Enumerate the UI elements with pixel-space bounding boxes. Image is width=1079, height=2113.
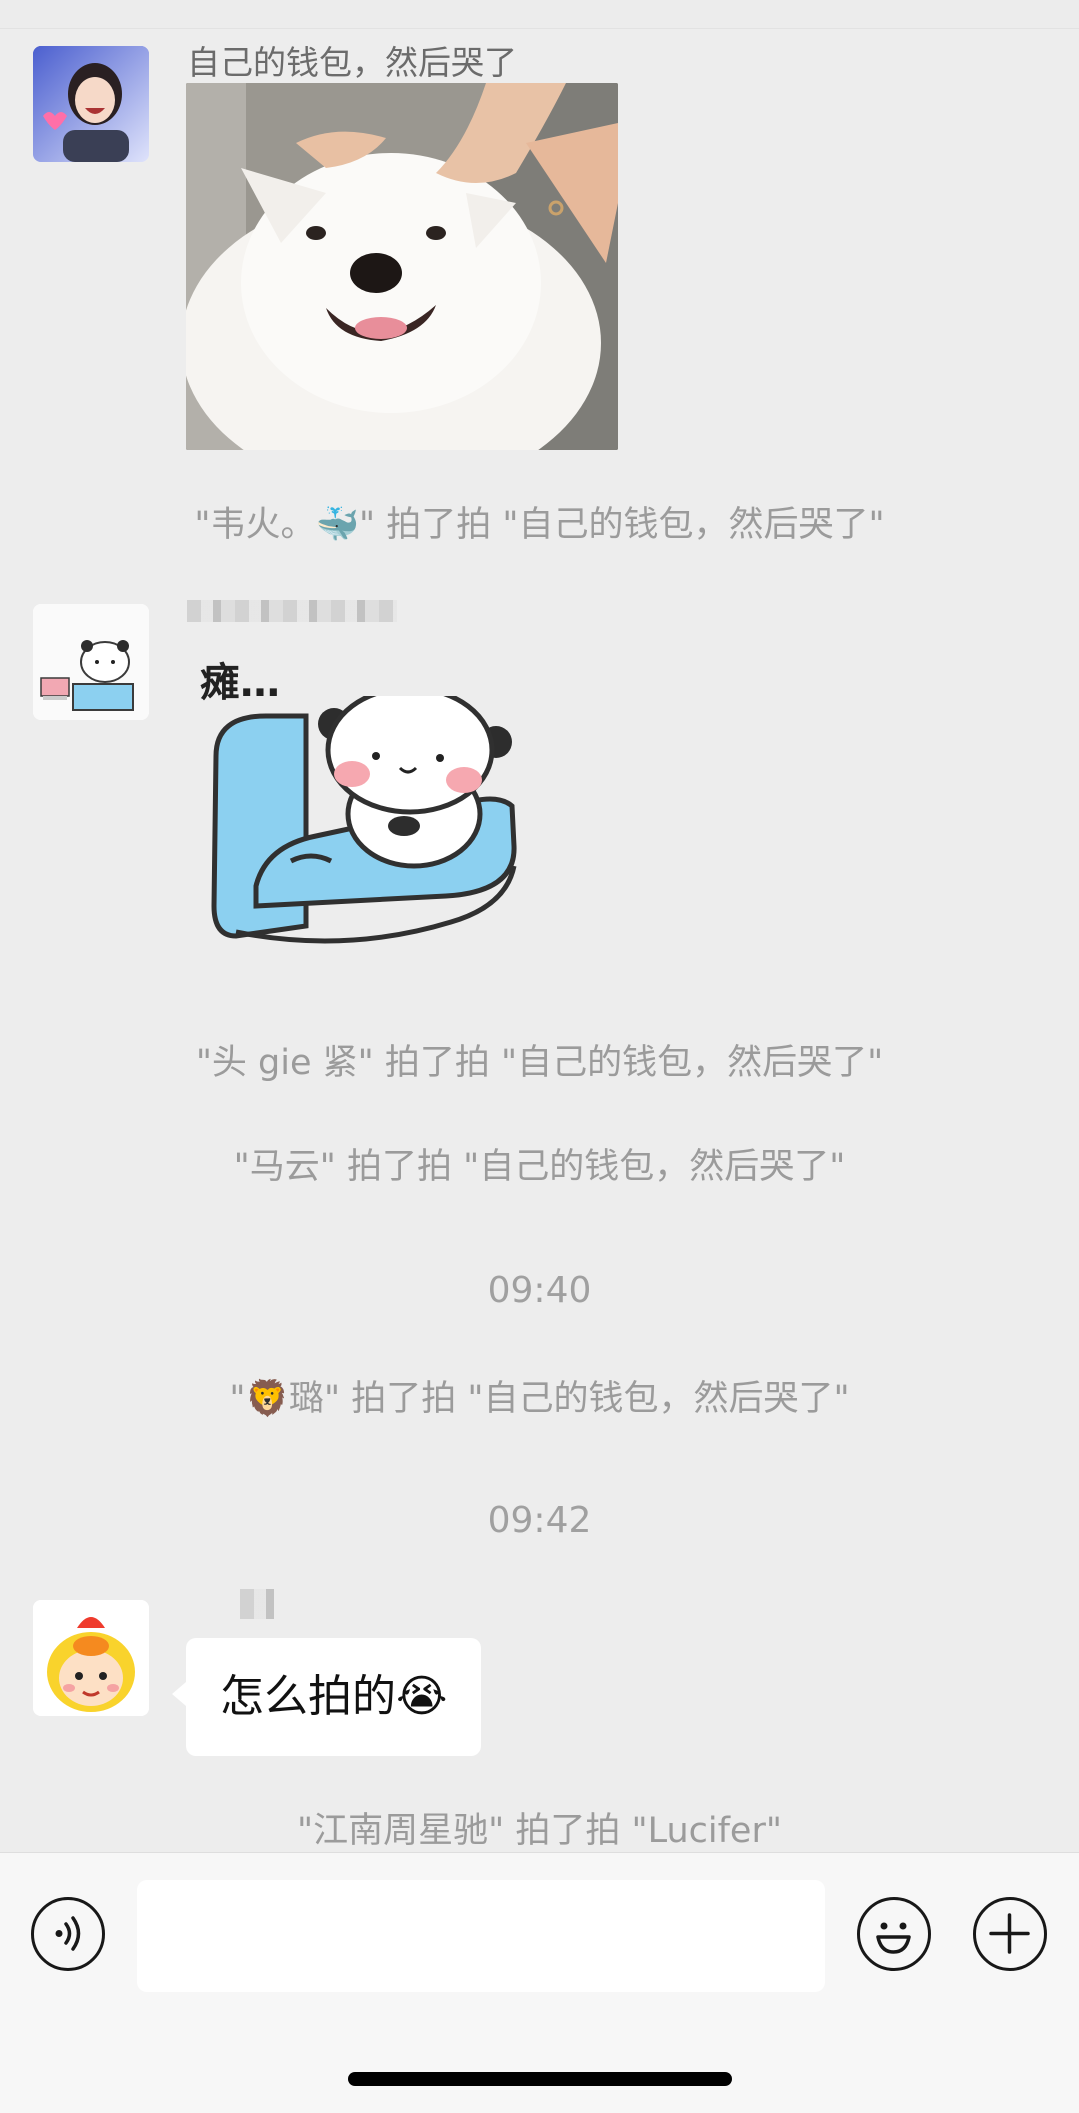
sender-name-blurred — [187, 600, 397, 622]
top-edge — [0, 0, 1079, 29]
pat-notice: "头 gie 紧" 拍了拍 "自己的钱包，然后哭了" — [195, 1043, 884, 1083]
sticker-message[interactable]: 瘫… — [196, 646, 526, 986]
emoji-icon — [876, 1922, 911, 1954]
pat-notice: "马云" 拍了拍 "自己的钱包，然后哭了" — [233, 1147, 846, 1187]
panda-sofa-sticker — [211, 696, 517, 944]
text-message-bubble[interactable]: 怎么拍的😭 — [171, 1638, 482, 1756]
avatar[interactable] — [33, 46, 149, 162]
more-button[interactable] — [973, 1897, 1047, 1971]
sender-name-blurred — [240, 1589, 274, 1619]
pat-notice: "🦁璐" 拍了拍 "自己的钱包，然后哭了" — [229, 1379, 850, 1419]
pat-notice: "江南周星驰" 拍了拍 "Lucifer" — [297, 1811, 782, 1851]
sender-name: 自己的钱包，然后哭了 — [187, 43, 517, 82]
plus-icon — [989, 1913, 1030, 1954]
panda-avatar — [33, 604, 149, 720]
avatar[interactable] — [33, 1600, 149, 1716]
emoji-button[interactable] — [857, 1897, 931, 1971]
chick-avatar — [33, 1600, 149, 1716]
pat-notice: "韦火。🐳" 拍了拍 "自己的钱包，然后哭了" — [194, 505, 885, 545]
avatar[interactable] — [33, 604, 149, 720]
home-indicator — [348, 2072, 732, 2086]
avatar-photo — [33, 46, 149, 162]
samoyed-dog-photo — [186, 83, 618, 450]
timestamp: 09:40 — [487, 1270, 592, 1311]
message-input[interactable] — [137, 1880, 825, 1992]
image-message[interactable] — [186, 83, 618, 450]
timestamp: 09:42 — [487, 1500, 592, 1541]
voice-button[interactable] — [31, 1897, 105, 1971]
voice-icon — [55, 1916, 81, 1951]
